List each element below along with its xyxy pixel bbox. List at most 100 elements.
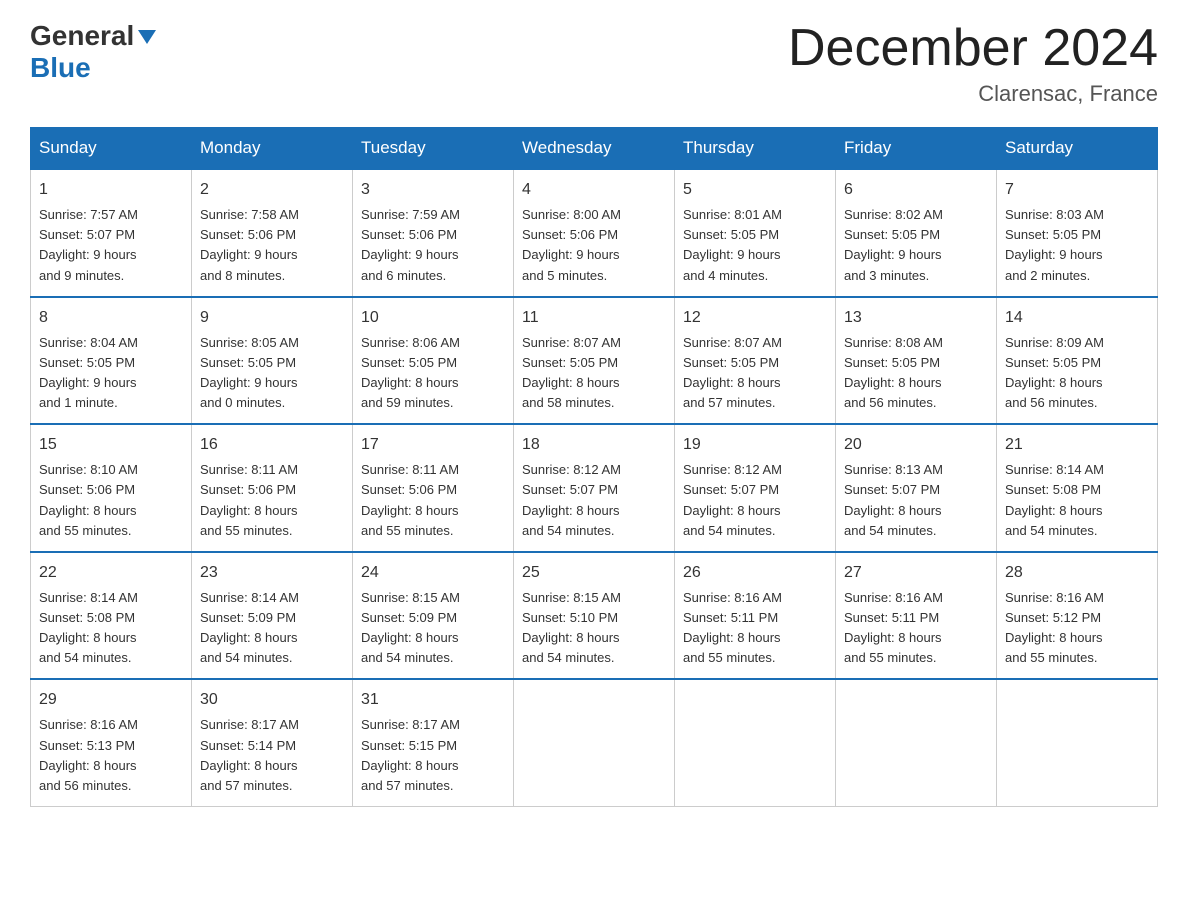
month-title: December 2024	[788, 20, 1158, 77]
calendar-cell	[997, 679, 1158, 806]
calendar-cell: 31 Sunrise: 8:17 AM Sunset: 5:15 PM Dayli…	[353, 679, 514, 806]
day-number: 13	[844, 306, 988, 330]
day-number: 20	[844, 433, 988, 457]
calendar-cell: 19 Sunrise: 8:12 AM Sunset: 5:07 PM Dayli…	[675, 424, 836, 552]
week-row-4: 22Sunrise: 8:14 AM Sunset: 5:08 PM Dayli…	[31, 552, 1158, 680]
week-row-3: 15 Sunrise: 8:10 AM Sunset: 5:06 PM Dayli…	[31, 424, 1158, 552]
calendar-table: SundayMondayTuesdayWednesdayThursdayFrid…	[30, 127, 1158, 807]
calendar-cell: 4Sunrise: 8:00 AM Sunset: 5:06 PM Daylig…	[514, 169, 675, 297]
day-number: 26	[683, 561, 827, 585]
day-number: 28	[1005, 561, 1149, 585]
day-number: 6	[844, 178, 988, 202]
day-info: Sunrise: 8:16 AM Sunset: 5:11 PM Dayligh…	[683, 588, 827, 669]
day-info: Sunrise: 8:10 AM Sunset: 5:06 PM Dayligh…	[39, 460, 183, 541]
day-info: Sunrise: 8:16 AM Sunset: 5:11 PM Dayligh…	[844, 588, 988, 669]
day-info: Sunrise: 7:57 AM Sunset: 5:07 PM Dayligh…	[39, 205, 183, 286]
day-number: 7	[1005, 178, 1149, 202]
day-info: Sunrise: 8:06 AM Sunset: 5:05 PM Dayligh…	[361, 333, 505, 414]
day-number: 1	[39, 178, 183, 202]
day-info: Sunrise: 8:14 AM Sunset: 5:08 PM Dayligh…	[39, 588, 183, 669]
day-number: 3	[361, 178, 505, 202]
day-number: 15	[39, 433, 183, 457]
week-row-1: 1 Sunrise: 7:57 AM Sunset: 5:07 PM Daylig…	[31, 169, 1158, 297]
day-number: 12	[683, 306, 827, 330]
day-number: 10	[361, 306, 505, 330]
day-info: Sunrise: 8:11 AM Sunset: 5:06 PM Dayligh…	[361, 460, 505, 541]
logo-general-text: General	[30, 20, 134, 52]
calendar-cell: 26 Sunrise: 8:16 AM Sunset: 5:11 PM Dayli…	[675, 552, 836, 680]
calendar-cell	[675, 679, 836, 806]
day-number: 30	[200, 688, 344, 712]
day-number: 31	[361, 688, 505, 712]
week-row-2: 8Sunrise: 8:04 AM Sunset: 5:05 PM Daylig…	[31, 297, 1158, 425]
title-area: December 2024 Clarensac, France	[788, 20, 1158, 107]
day-info: Sunrise: 8:07 AM Sunset: 5:05 PM Dayligh…	[522, 333, 666, 414]
day-number: 27	[844, 561, 988, 585]
day-info: Sunrise: 8:00 AM Sunset: 5:06 PM Dayligh…	[522, 205, 666, 286]
calendar-cell: 15 Sunrise: 8:10 AM Sunset: 5:06 PM Dayli…	[31, 424, 192, 552]
header-friday: Friday	[836, 128, 997, 170]
location: Clarensac, France	[788, 81, 1158, 107]
calendar-cell: 11 Sunrise: 8:07 AM Sunset: 5:05 PM Dayli…	[514, 297, 675, 425]
day-info: Sunrise: 8:15 AM Sunset: 5:10 PM Dayligh…	[522, 588, 666, 669]
day-number: 9	[200, 306, 344, 330]
day-info: Sunrise: 8:11 AM Sunset: 5:06 PM Dayligh…	[200, 460, 344, 541]
calendar-cell: 25 Sunrise: 8:15 AM Sunset: 5:10 PM Dayli…	[514, 552, 675, 680]
calendar-cell: 2Sunrise: 7:58 AM Sunset: 5:06 PM Daylig…	[192, 169, 353, 297]
calendar-cell: 24Sunrise: 8:15 AM Sunset: 5:09 PM Dayli…	[353, 552, 514, 680]
calendar-cell	[514, 679, 675, 806]
day-info: Sunrise: 7:59 AM Sunset: 5:06 PM Dayligh…	[361, 205, 505, 286]
day-number: 25	[522, 561, 666, 585]
day-info: Sunrise: 8:13 AM Sunset: 5:07 PM Dayligh…	[844, 460, 988, 541]
header-wednesday: Wednesday	[514, 128, 675, 170]
header-row: SundayMondayTuesdayWednesdayThursdayFrid…	[31, 128, 1158, 170]
calendar-cell: 13 Sunrise: 8:08 AM Sunset: 5:05 PM Dayli…	[836, 297, 997, 425]
day-number: 17	[361, 433, 505, 457]
logo: General Blue	[30, 20, 158, 84]
day-info: Sunrise: 8:14 AM Sunset: 5:09 PM Dayligh…	[200, 588, 344, 669]
day-info: Sunrise: 8:07 AM Sunset: 5:05 PM Dayligh…	[683, 333, 827, 414]
day-number: 14	[1005, 306, 1149, 330]
calendar-cell: 29 Sunrise: 8:16 AM Sunset: 5:13 PM Dayli…	[31, 679, 192, 806]
day-info: Sunrise: 8:08 AM Sunset: 5:05 PM Dayligh…	[844, 333, 988, 414]
calendar-cell: 8Sunrise: 8:04 AM Sunset: 5:05 PM Daylig…	[31, 297, 192, 425]
day-info: Sunrise: 8:17 AM Sunset: 5:14 PM Dayligh…	[200, 715, 344, 796]
day-info: Sunrise: 8:03 AM Sunset: 5:05 PM Dayligh…	[1005, 205, 1149, 286]
day-info: Sunrise: 8:12 AM Sunset: 5:07 PM Dayligh…	[683, 460, 827, 541]
calendar-cell: 18Sunrise: 8:12 AM Sunset: 5:07 PM Dayli…	[514, 424, 675, 552]
calendar-cell: 16Sunrise: 8:11 AM Sunset: 5:06 PM Dayli…	[192, 424, 353, 552]
day-number: 19	[683, 433, 827, 457]
calendar-cell: 22Sunrise: 8:14 AM Sunset: 5:08 PM Dayli…	[31, 552, 192, 680]
logo-blue-text: Blue	[30, 52, 91, 83]
calendar-cell: 7 Sunrise: 8:03 AM Sunset: 5:05 PM Daylig…	[997, 169, 1158, 297]
calendar-cell: 20 Sunrise: 8:13 AM Sunset: 5:07 PM Dayli…	[836, 424, 997, 552]
day-info: Sunrise: 8:02 AM Sunset: 5:05 PM Dayligh…	[844, 205, 988, 286]
day-number: 8	[39, 306, 183, 330]
day-info: Sunrise: 8:01 AM Sunset: 5:05 PM Dayligh…	[683, 205, 827, 286]
calendar-cell: 14 Sunrise: 8:09 AM Sunset: 5:05 PM Dayli…	[997, 297, 1158, 425]
day-info: Sunrise: 8:17 AM Sunset: 5:15 PM Dayligh…	[361, 715, 505, 796]
header-tuesday: Tuesday	[353, 128, 514, 170]
day-info: Sunrise: 8:12 AM Sunset: 5:07 PM Dayligh…	[522, 460, 666, 541]
day-info: Sunrise: 8:09 AM Sunset: 5:05 PM Dayligh…	[1005, 333, 1149, 414]
day-number: 5	[683, 178, 827, 202]
header-thursday: Thursday	[675, 128, 836, 170]
calendar-cell: 10 Sunrise: 8:06 AM Sunset: 5:05 PM Dayli…	[353, 297, 514, 425]
day-number: 11	[522, 306, 666, 330]
day-info: Sunrise: 8:16 AM Sunset: 5:13 PM Dayligh…	[39, 715, 183, 796]
logo-triangle-icon	[136, 26, 158, 48]
day-info: Sunrise: 8:15 AM Sunset: 5:09 PM Dayligh…	[361, 588, 505, 669]
day-number: 21	[1005, 433, 1149, 457]
day-number: 29	[39, 688, 183, 712]
week-row-5: 29 Sunrise: 8:16 AM Sunset: 5:13 PM Dayli…	[31, 679, 1158, 806]
day-number: 2	[200, 178, 344, 202]
calendar-cell: 28 Sunrise: 8:16 AM Sunset: 5:12 PM Dayli…	[997, 552, 1158, 680]
calendar-cell: 1 Sunrise: 7:57 AM Sunset: 5:07 PM Daylig…	[31, 169, 192, 297]
header-sunday: Sunday	[31, 128, 192, 170]
header-saturday: Saturday	[997, 128, 1158, 170]
day-info: Sunrise: 8:16 AM Sunset: 5:12 PM Dayligh…	[1005, 588, 1149, 669]
day-number: 23	[200, 561, 344, 585]
header-monday: Monday	[192, 128, 353, 170]
calendar-cell: 23 Sunrise: 8:14 AM Sunset: 5:09 PM Dayli…	[192, 552, 353, 680]
page-header: General Blue December 2024 Clarensac, Fr…	[30, 20, 1158, 107]
